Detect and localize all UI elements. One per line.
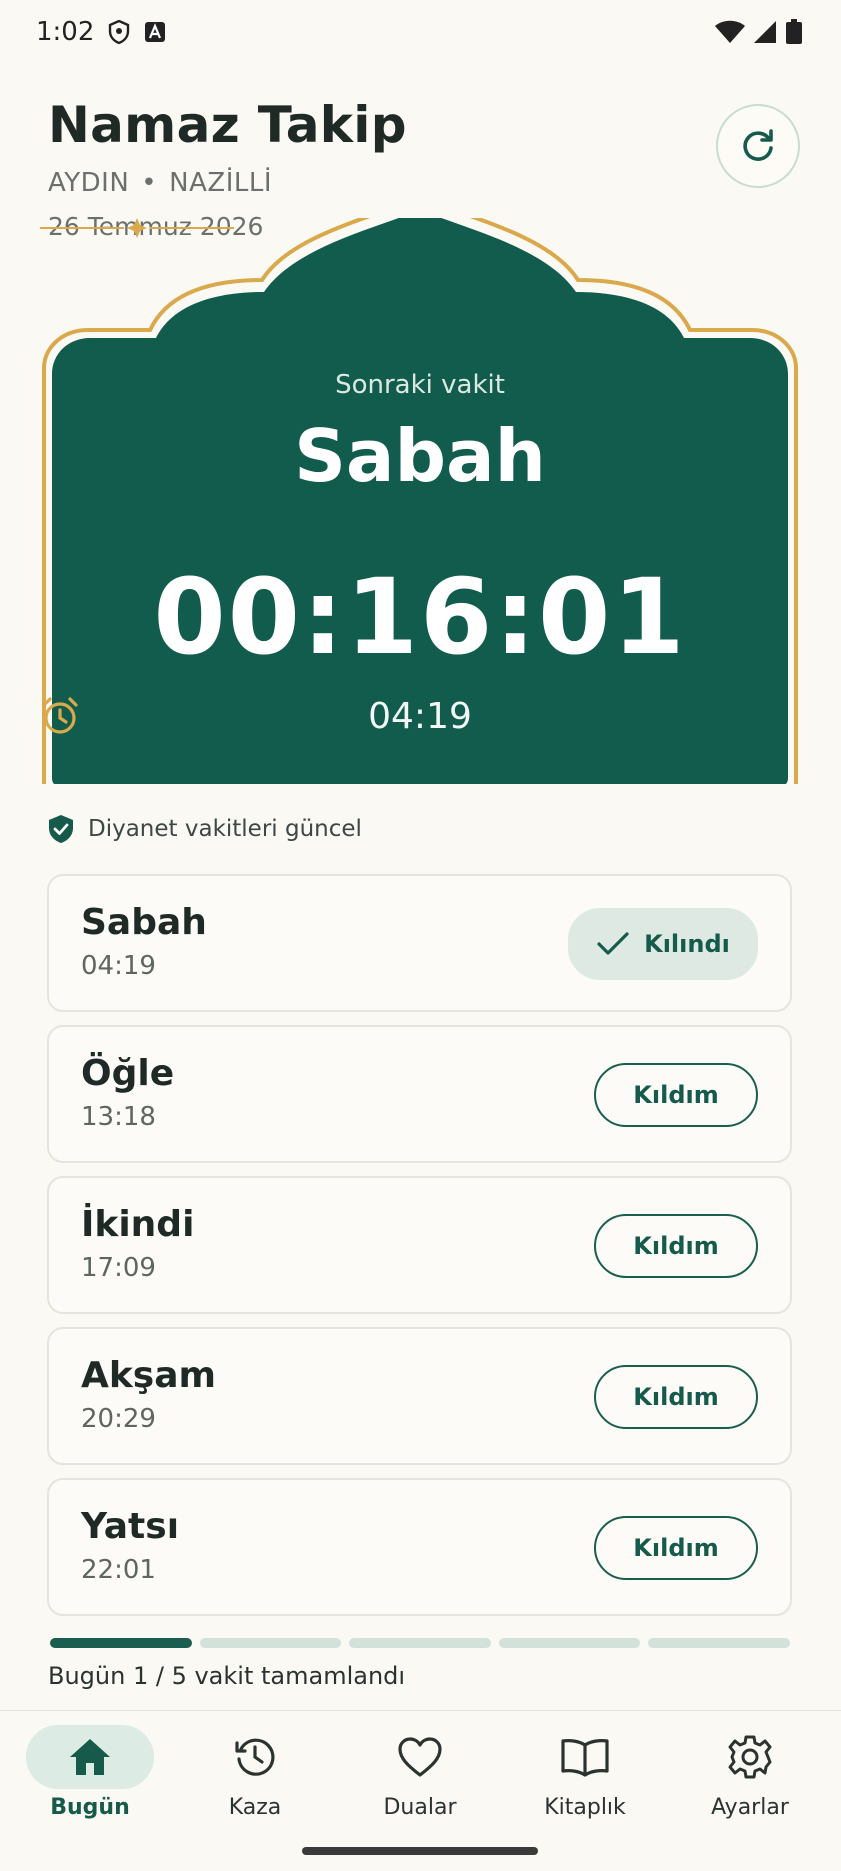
prayer-card-aksam: Akşam 20:29 Kıldım: [47, 1327, 792, 1465]
nav-icon-container: [26, 1725, 154, 1789]
nav-icon-container: [686, 1725, 814, 1789]
next-prayer-card: Sonraki vakit Sabah 00:16:01 04:19: [40, 218, 800, 784]
mark-prayed-button[interactable]: Kıldım: [594, 1214, 758, 1278]
ornament-divider: [40, 218, 234, 238]
prayer-card-sabah: Sabah 04:19 Kılındı: [47, 874, 792, 1012]
wifi-icon: [715, 20, 745, 43]
next-prayer-name: Sabah: [294, 414, 546, 498]
status-right: [715, 19, 803, 45]
cellular-signal-icon: [754, 21, 776, 43]
mark-prayed-button[interactable]: Kıldım: [594, 1516, 758, 1580]
prayer-list: Sabah 04:19 Kılındı Öğle 13:18 Kıldım İk…: [47, 874, 792, 1629]
history-clock-icon: [235, 1738, 275, 1776]
daily-progress-bar: [50, 1638, 790, 1648]
prayer-card-yatsi: Yatsı 22:01 Kıldım: [47, 1478, 792, 1616]
nav-icon-container: [521, 1725, 649, 1789]
nav-item-ayarlar[interactable]: Ayarlar: [685, 1725, 815, 1835]
mark-prayed-button[interactable]: Kıldım: [594, 1063, 758, 1127]
nav-item-dualar[interactable]: Dualar: [355, 1725, 485, 1835]
alarm-clock-icon: [42, 697, 78, 734]
status-left: 1:02: [36, 17, 166, 47]
nav-label: Kitaplık: [544, 1795, 626, 1820]
check-icon: [597, 932, 629, 955]
nav-label: Dualar: [383, 1795, 457, 1820]
prayer-card-ikindi: İkindi 17:09 Kıldım: [47, 1176, 792, 1314]
hero-content: Sonraki vakit Sabah 00:16:01 04:19: [40, 218, 800, 784]
page-title: Namaz Takip: [48, 96, 407, 154]
prayer-card-ogle: Öğle 13:18 Kıldım: [47, 1025, 792, 1163]
progress-segment: [349, 1638, 491, 1648]
home-indicator[interactable]: [302, 1847, 538, 1855]
refresh-icon: [743, 129, 773, 161]
nav-item-kaza[interactable]: Kaza: [190, 1725, 320, 1835]
gear-icon: [728, 1735, 772, 1779]
shield-check-icon: [49, 815, 73, 843]
location: AYDIN • NAZİLLİ: [48, 168, 407, 198]
battery-icon: [786, 19, 802, 44]
nav-icon-container: [191, 1725, 319, 1789]
next-prayer-time-text: 04:19: [368, 696, 472, 737]
mark-prayed-button[interactable]: Kıldım: [594, 1365, 758, 1429]
nav-label: Kaza: [228, 1795, 282, 1820]
prayed-done-button[interactable]: Kılındı: [568, 908, 758, 980]
location-city: AYDIN: [48, 168, 130, 198]
next-prayer-time: 04:19: [40, 696, 800, 737]
book-icon: [561, 1739, 609, 1777]
countdown-timer: 00:16:01: [153, 556, 687, 678]
prayed-done-label: Kılındı: [644, 930, 730, 958]
nav-item-bugun[interactable]: Bugün: [25, 1725, 155, 1835]
progress-segment: [498, 1638, 641, 1648]
location-separator: •: [141, 168, 158, 198]
progress-segment: [50, 1638, 192, 1648]
status-bar: 1:02: [0, 0, 841, 64]
a-notification-icon: [145, 22, 166, 42]
diyanet-status: Diyanet vakitleri güncel: [48, 814, 362, 844]
nav-label: Bugün: [50, 1795, 130, 1820]
refresh-button[interactable]: [716, 104, 800, 188]
status-time: 1:02: [36, 17, 95, 47]
shield-status-icon: [109, 20, 130, 44]
progress-segment: [199, 1638, 342, 1648]
progress-segment: [648, 1638, 790, 1648]
diyanet-status-text: Diyanet vakitleri güncel: [88, 816, 362, 842]
next-prayer-label: Sonraki vakit: [335, 370, 505, 400]
heart-icon: [398, 1737, 442, 1777]
home-icon: [70, 1739, 110, 1775]
location-district: NAZİLLİ: [169, 168, 272, 198]
daily-progress-text: Bugün 1 / 5 vakit tamamlandı: [48, 1662, 406, 1690]
nav-item-kitaplik[interactable]: Kitaplık: [520, 1725, 650, 1835]
nav-label: Ayarlar: [711, 1795, 789, 1820]
nav-icon-container: [356, 1725, 484, 1789]
